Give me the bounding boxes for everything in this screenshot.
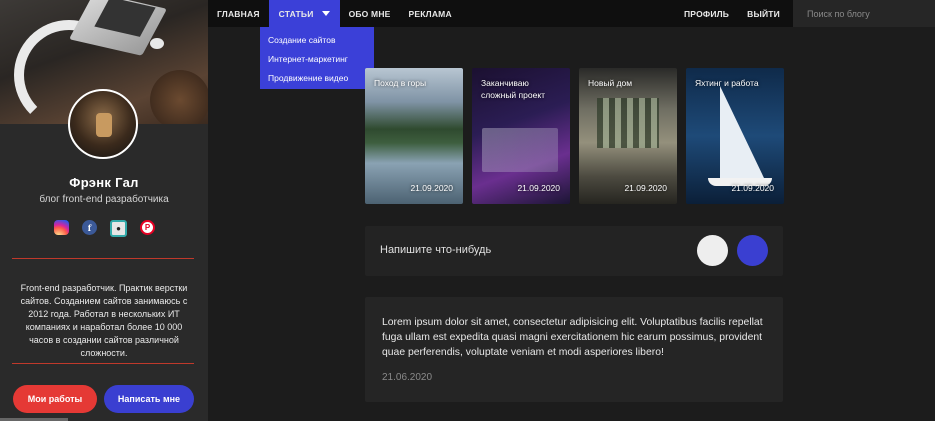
composer-placeholder[interactable]: Напишите что-нибудь bbox=[380, 244, 491, 256]
post: Lorem ipsum dolor sit amet, consectetur … bbox=[365, 297, 783, 402]
light-theme-button[interactable] bbox=[697, 235, 728, 266]
nav-item-ads[interactable]: РЕКЛАМА bbox=[400, 0, 461, 27]
post-composer[interactable]: Напишите что-нибудь bbox=[365, 226, 783, 276]
card-date: 21.09.2020 bbox=[410, 183, 453, 193]
article-card[interactable]: Яхтинг и работа 21.09.2020 bbox=[686, 68, 784, 204]
post-date: 21.06.2020 bbox=[382, 372, 433, 383]
nav-right: ПРОФИЛЬ ВЫЙТИ bbox=[675, 0, 935, 27]
card-title: Яхтинг и работа bbox=[695, 78, 759, 88]
my-works-button[interactable]: Мои работы bbox=[13, 385, 97, 413]
logout-link[interactable]: ВЫЙТИ bbox=[738, 0, 789, 27]
profile-name: Фрэнк Гал bbox=[69, 175, 139, 190]
article-card[interactable]: Новый дом 21.09.2020 bbox=[579, 68, 677, 204]
nav-item-articles[interactable]: СТАТЬИ bbox=[268, 0, 340, 27]
blue-theme-button[interactable] bbox=[737, 235, 768, 266]
dropdown-item-marketing[interactable]: Интернет-маркетинг bbox=[260, 53, 374, 72]
nav-item-home[interactable]: ГЛАВНАЯ bbox=[208, 0, 269, 27]
nav-item-label: СТАТЬИ bbox=[278, 8, 314, 19]
article-cards: Поход в горы 21.09.2020 Заканчиваю сложн… bbox=[365, 68, 784, 204]
social-links: f ● P bbox=[54, 220, 155, 237]
pinterest-icon[interactable]: P bbox=[140, 220, 155, 235]
post-text: Lorem ipsum dolor sit amet, consectetur … bbox=[382, 317, 763, 358]
nav-item-label: РЕКЛАМА bbox=[408, 8, 452, 19]
nav-item-label: ГЛАВНАЯ bbox=[217, 8, 260, 19]
profile-subtitle: блог front-end разработчика bbox=[39, 194, 169, 205]
card-date: 21.09.2020 bbox=[624, 183, 667, 193]
mug-shape bbox=[150, 70, 208, 124]
profile-link[interactable]: ПРОФИЛЬ bbox=[675, 0, 738, 27]
dropdown-item-video[interactable]: Продвижение видео bbox=[260, 72, 374, 91]
divider-bottom bbox=[12, 363, 194, 364]
avatar bbox=[68, 89, 138, 159]
article-card[interactable]: Заканчиваю сложный проект 21.09.2020 bbox=[472, 68, 570, 204]
articles-dropdown: Создание сайтов Интернет-маркетинг Продв… bbox=[260, 27, 374, 89]
card-title: Поход в горы bbox=[374, 78, 427, 88]
sail-shape bbox=[720, 86, 764, 178]
facebook-icon[interactable]: f bbox=[82, 220, 97, 235]
dropdown-item-websites[interactable]: Создание сайтов bbox=[260, 34, 374, 53]
nav-item-label: ОБО МНЕ bbox=[348, 8, 391, 19]
card-date: 21.09.2020 bbox=[731, 183, 774, 193]
card-title: Заканчиваю сложный проект bbox=[481, 78, 546, 100]
caret-down-icon bbox=[321, 11, 330, 16]
mouse-shape bbox=[150, 38, 164, 49]
github-icon[interactable]: ● bbox=[110, 220, 127, 237]
article-card[interactable]: Поход в горы 21.09.2020 bbox=[365, 68, 463, 204]
instagram-icon[interactable] bbox=[54, 220, 69, 235]
sidebar: Фрэнк Гал блог front-end разработчика f … bbox=[0, 0, 208, 421]
profile-bio: Front-end разработчик. Практик верстки с… bbox=[20, 283, 188, 358]
nav-item-about[interactable]: ОБО МНЕ bbox=[340, 0, 400, 27]
divider-top bbox=[12, 258, 194, 259]
write-me-button[interactable]: Написать мне bbox=[104, 385, 194, 413]
search-input[interactable] bbox=[793, 0, 935, 27]
top-navigation: ГЛАВНАЯ СТАТЬИ ОБО МНЕ РЕКЛАМА ПРОФИЛЬ В… bbox=[208, 0, 935, 27]
card-title: Новый дом bbox=[588, 78, 633, 88]
card-date: 21.09.2020 bbox=[517, 183, 560, 193]
